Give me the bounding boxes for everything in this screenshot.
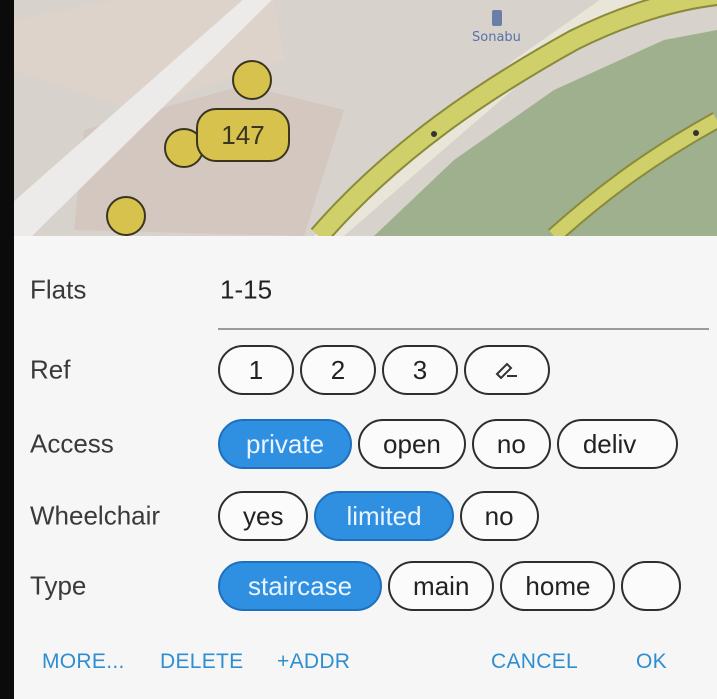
wheelchair-chip-limited[interactable]: limited (314, 491, 454, 541)
ref-row: Ref 1 2 3 (14, 340, 717, 400)
ok-button[interactable]: OK (636, 650, 667, 674)
wheelchair-row: Wheelchair yes limited no (14, 486, 717, 546)
house-number-marker[interactable]: 147 (196, 108, 290, 162)
ref-chip-group: 1 2 3 (218, 345, 550, 395)
access-chip-group: private open no deliv (218, 419, 679, 469)
house-number-label: 147 (221, 119, 265, 150)
access-label: Access (30, 428, 114, 459)
more-button[interactable]: MORE... (42, 650, 125, 674)
ref-edit-chip[interactable] (464, 345, 550, 395)
flats-row: Flats 1-15 (14, 260, 717, 330)
access-chip-open[interactable]: open (358, 419, 466, 469)
access-chip-delivery[interactable]: deliv (556, 419, 679, 469)
type-label: Type (30, 570, 87, 601)
flats-input-underline (218, 328, 709, 330)
wheelchair-chip-group: yes limited no (218, 491, 539, 541)
address-node-marker[interactable] (232, 60, 272, 100)
cancel-button[interactable]: CANCEL (491, 650, 578, 674)
edit-pencil-icon (495, 362, 517, 380)
type-chip-main[interactable]: main (388, 561, 495, 611)
ref-chip-1[interactable]: 1 (218, 345, 294, 395)
add-address-button[interactable]: +ADDR (277, 650, 350, 674)
ref-label: Ref (30, 354, 71, 385)
ref-chip-2[interactable]: 2 (300, 345, 376, 395)
flats-input[interactable]: 1-15 (220, 275, 272, 306)
type-chip-staircase[interactable]: staircase (218, 561, 383, 611)
type-row: Type staircase main home (14, 556, 717, 616)
access-row: Access private open no deliv (14, 414, 717, 474)
address-node-marker[interactable] (106, 196, 146, 236)
action-bar: MORE... DELETE +ADDR CANCEL OK (14, 634, 717, 690)
ref-chip-3[interactable]: 3 (382, 345, 458, 395)
wheelchair-chip-yes[interactable]: yes (218, 491, 309, 541)
wheelchair-label: Wheelchair (30, 500, 161, 531)
type-chip-home[interactable]: home (500, 561, 616, 611)
flats-label: Flats (30, 274, 87, 305)
poi-label: Sonabu (472, 30, 521, 45)
access-chip-no[interactable]: no (471, 419, 551, 469)
map-view[interactable]: 147 Sonabu (14, 0, 717, 236)
type-chip-more[interactable] (621, 561, 682, 611)
type-chip-group: staircase main home (218, 561, 682, 611)
access-chip-private[interactable]: private (218, 419, 353, 469)
wheelchair-chip-no[interactable]: no (459, 491, 539, 541)
delete-button[interactable]: DELETE (160, 650, 244, 674)
edit-entrance-sheet: Flats 1-15 Ref 1 2 3 Access private open… (14, 236, 717, 699)
